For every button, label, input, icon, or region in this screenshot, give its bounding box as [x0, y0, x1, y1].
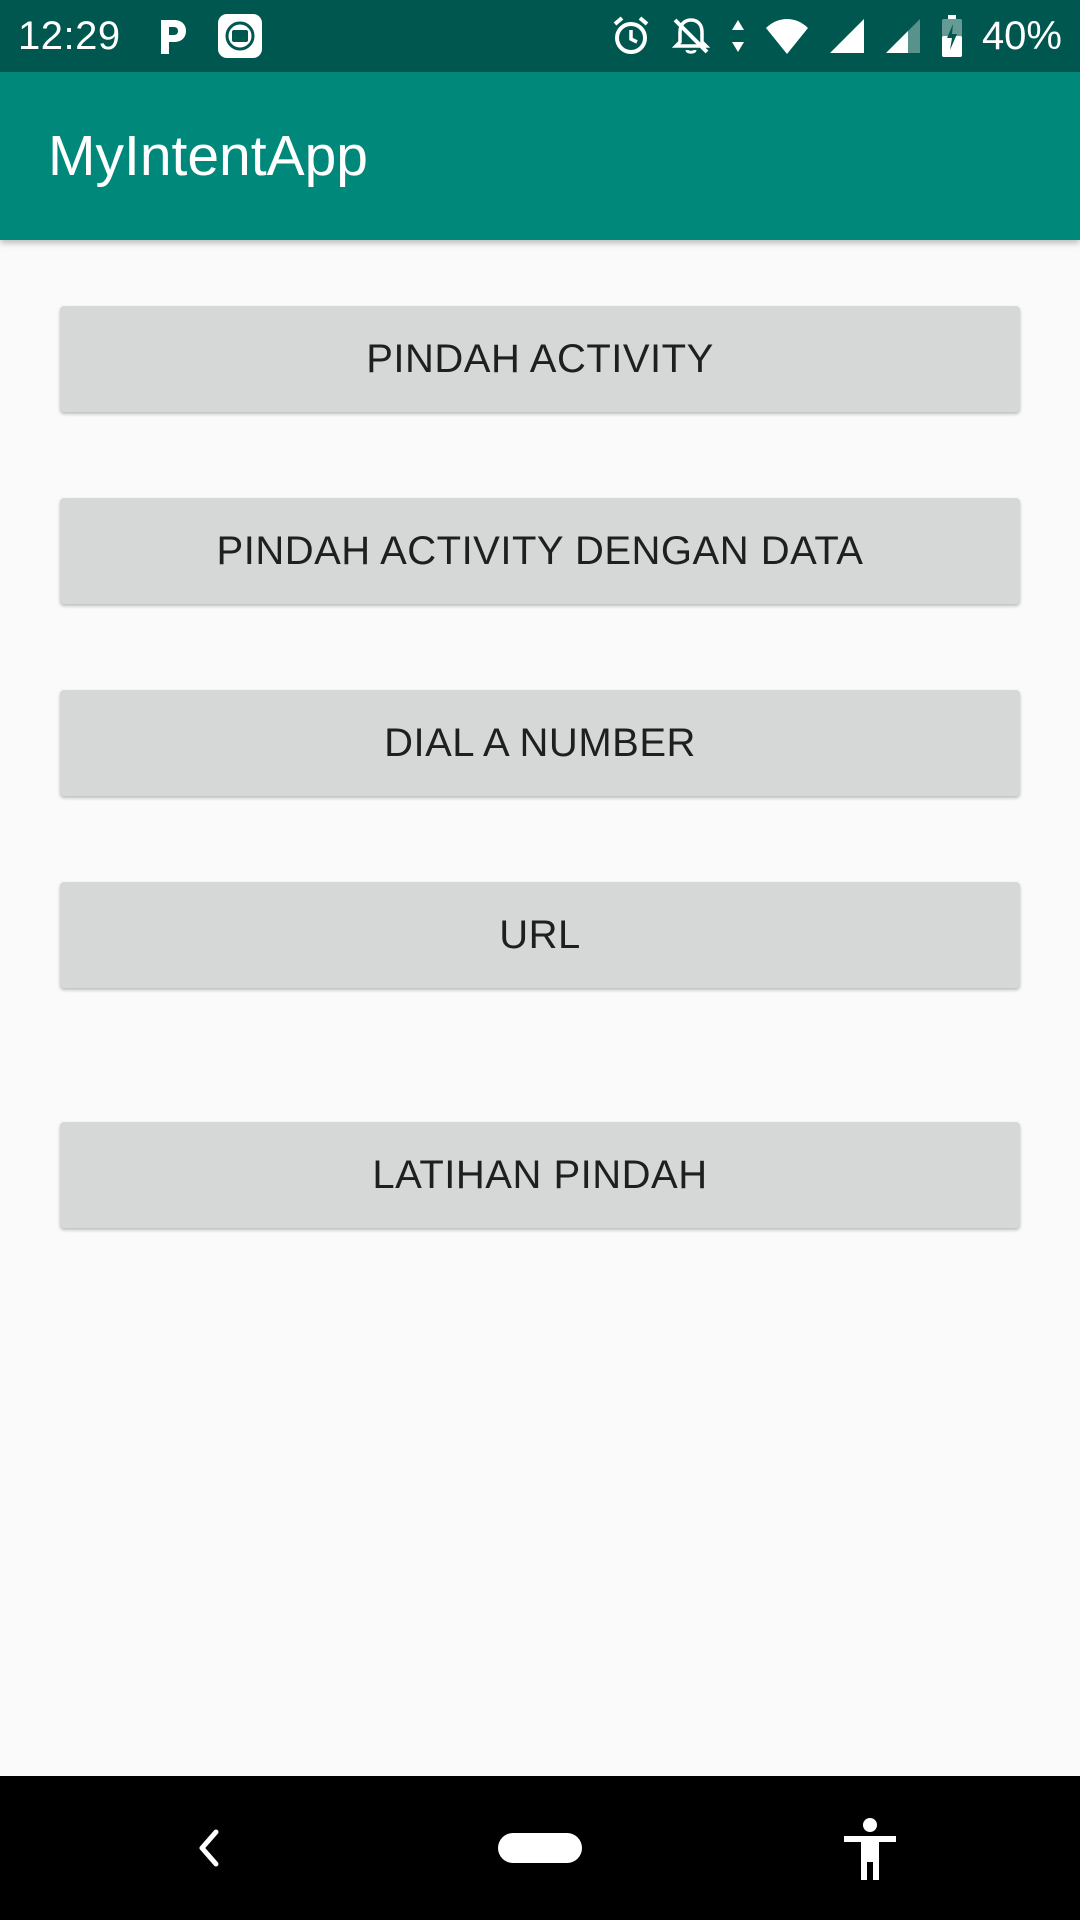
alarm-icon: [610, 15, 652, 57]
mi-app-icon: [217, 13, 263, 59]
home-pill-icon[interactable]: [498, 1833, 582, 1863]
url-button[interactable]: URL: [60, 882, 1020, 988]
navigation-bar: [0, 1776, 1080, 1920]
signal-icon: [828, 16, 866, 56]
battery-percent: 40%: [981, 13, 1062, 58]
signal-2-icon: [884, 16, 922, 56]
accessibility-icon[interactable]: [840, 1816, 900, 1882]
battery-charging-icon: [940, 14, 964, 58]
wifi-icon: [764, 16, 810, 56]
latihan-pindah-button[interactable]: LATIHAN PINDAH: [60, 1122, 1020, 1228]
p-app-icon: [155, 16, 189, 56]
app-bar: MyIntentApp: [0, 72, 1080, 240]
app-title: MyIntentApp: [48, 124, 369, 188]
back-icon[interactable]: [188, 1820, 228, 1876]
dial-a-number-button[interactable]: DIAL A NUMBER: [60, 690, 1020, 796]
pindah-activity-dengan-data-button[interactable]: PINDAH ACTIVITY DENGAN DATA: [60, 498, 1020, 604]
pindah-activity-button[interactable]: PINDAH ACTIVITY: [60, 306, 1020, 412]
status-time: 12:29: [18, 13, 121, 58]
status-bar: 12:29 40%: [0, 0, 1080, 72]
notifications-off-icon: [670, 15, 712, 57]
data-arrows-icon: [730, 16, 746, 56]
